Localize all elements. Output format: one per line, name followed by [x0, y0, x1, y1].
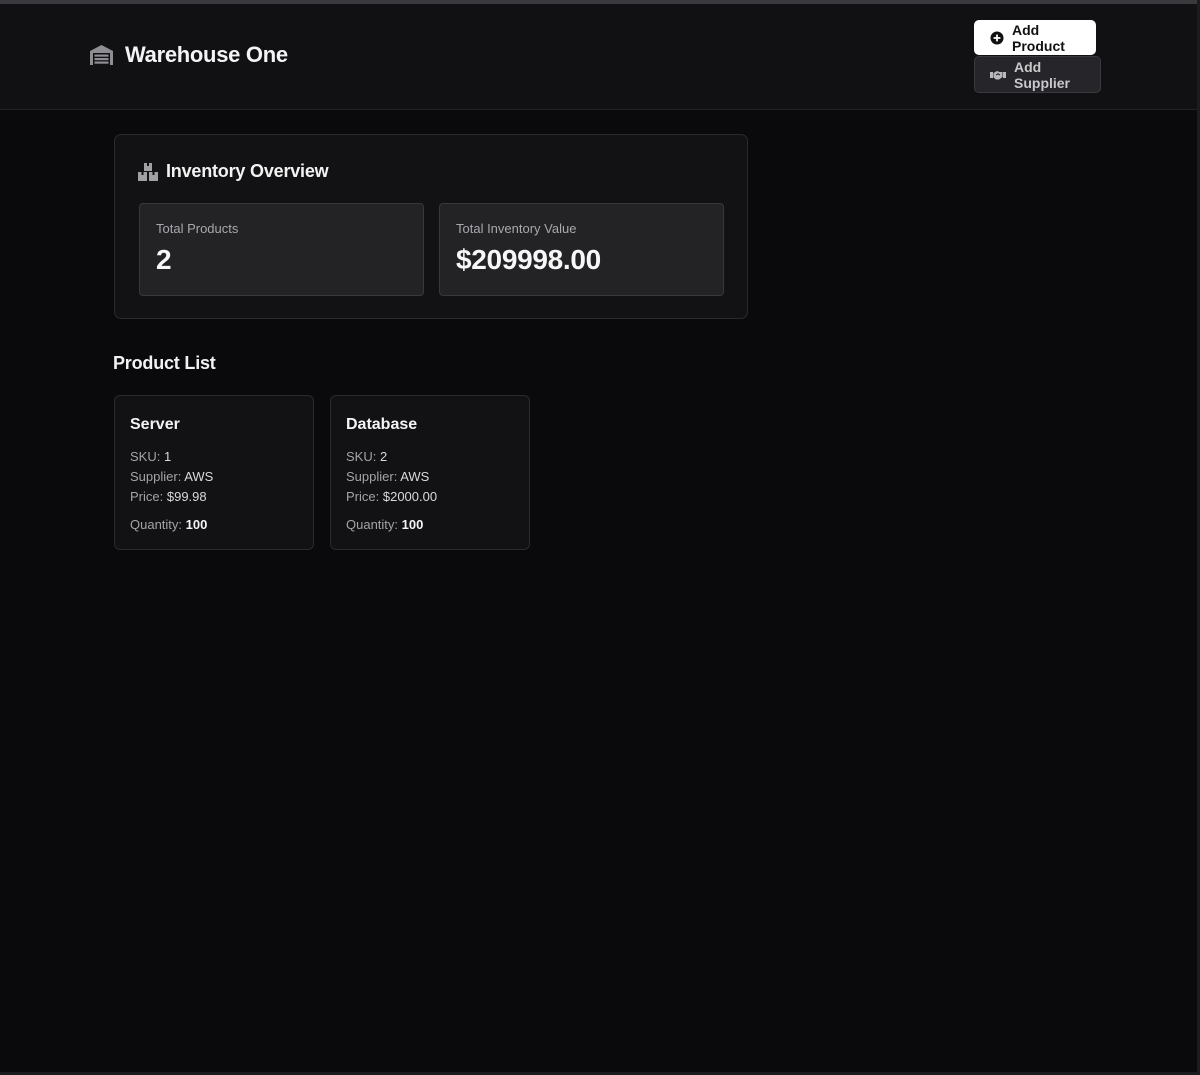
total-inventory-value-card: Total Inventory Value $209998.00	[439, 203, 724, 296]
supplier-value: AWS	[400, 469, 430, 484]
product-card-server[interactable]: Server SKU: 1 Supplier: AWS Price: $99.9…	[114, 395, 314, 550]
sku-value: 1	[163, 449, 172, 464]
product-name: Database	[346, 416, 418, 433]
quantity-value: 100	[401, 517, 424, 532]
add-supplier-button[interactable]: Add Supplier	[974, 56, 1101, 93]
sku-value: 2	[379, 449, 388, 464]
product-price: Price: $2000.00	[346, 489, 437, 504]
price-value: $99.98	[166, 489, 207, 504]
quantity-value: 100	[185, 517, 208, 532]
inventory-overview-title: Inventory Overview	[166, 161, 329, 181]
total-inventory-value: $209998.00	[456, 244, 601, 275]
brand: Warehouse One	[89, 42, 288, 68]
total-products-value: 2	[156, 244, 172, 275]
total-products-card: Total Products 2	[139, 203, 424, 296]
inventory-overview-heading: Inventory Overview	[138, 161, 329, 182]
product-quantity: Quantity: 100	[130, 517, 207, 532]
product-sku: SKU: 2	[346, 449, 387, 464]
app-header: Warehouse One Add Product Add Supplier	[0, 4, 1197, 110]
plus-circle-icon	[990, 31, 1004, 44]
product-supplier: Supplier: AWS	[346, 469, 429, 484]
handshake-icon	[990, 70, 1006, 79]
supplier-label: Supplier:	[346, 469, 398, 484]
add-product-button[interactable]: Add Product	[974, 20, 1096, 55]
sku-label: SKU:	[346, 449, 377, 464]
add-supplier-label: Add Supplier	[1014, 58, 1071, 91]
product-price: Price: $99.98	[130, 489, 207, 504]
supplier-value: AWS	[184, 469, 214, 484]
quantity-label: Quantity:	[346, 517, 399, 532]
total-inventory-value-label: Total Inventory Value	[456, 221, 577, 236]
product-name: Server	[130, 416, 180, 433]
supplier-label: Supplier:	[130, 469, 182, 484]
app-title: Warehouse One	[125, 42, 288, 67]
sku-label: SKU:	[130, 449, 161, 464]
quantity-label: Quantity:	[130, 517, 183, 532]
product-list-title: Product List	[113, 353, 216, 373]
product-supplier: Supplier: AWS	[130, 469, 213, 484]
price-label: Price:	[130, 489, 164, 504]
inventory-overview-panel: Inventory Overview Total Products 2 Tota…	[114, 134, 748, 319]
product-card-database[interactable]: Database SKU: 2 Supplier: AWS Price: $20…	[330, 395, 530, 550]
boxes-icon	[138, 162, 158, 181]
price-value: $2000.00	[382, 489, 438, 504]
price-label: Price:	[346, 489, 380, 504]
add-product-label: Add Product	[1012, 21, 1065, 54]
product-quantity: Quantity: 100	[346, 517, 423, 532]
product-sku: SKU: 1	[130, 449, 171, 464]
total-products-label: Total Products	[156, 221, 239, 236]
warehouse-icon	[90, 45, 113, 65]
